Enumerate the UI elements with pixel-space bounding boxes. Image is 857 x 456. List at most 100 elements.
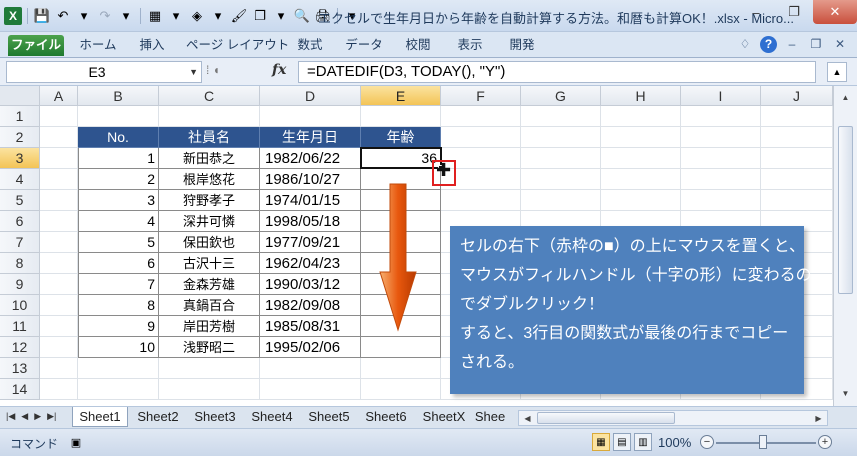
normal-view-icon[interactable]: ▦ <box>592 433 610 451</box>
row-header-11[interactable]: 11 <box>0 316 40 337</box>
cell[interactable] <box>159 106 260 127</box>
table-cell-name[interactable]: 古沢十三 <box>159 253 260 274</box>
column-header-c[interactable]: C <box>159 86 260 106</box>
table-cell-dob[interactable]: 1995/02/06 <box>260 337 361 358</box>
column-header-e[interactable]: E <box>361 86 441 106</box>
cell[interactable] <box>601 127 681 148</box>
chevron-down-icon[interactable]: ▾ <box>167 7 185 25</box>
fill-color-icon[interactable]: ◈ <box>188 7 206 25</box>
close-button[interactable]: ✕ <box>813 0 857 24</box>
chevron-down-icon[interactable]: ▾ <box>272 7 290 25</box>
table-cell-name[interactable]: 岸田芳樹 <box>159 316 260 337</box>
print-preview-icon[interactable]: 🔍 <box>293 7 311 25</box>
cell[interactable] <box>601 169 681 190</box>
name-box[interactable]: E3 ▼ <box>6 61 202 83</box>
tab-view[interactable]: 表示 <box>452 35 488 56</box>
cell[interactable] <box>681 127 761 148</box>
cell[interactable] <box>40 232 78 253</box>
chevron-down-icon[interactable]: ▼ <box>189 62 198 82</box>
cell[interactable] <box>521 148 601 169</box>
cell[interactable] <box>40 148 78 169</box>
undo-icon[interactable]: ↶ <box>54 7 72 25</box>
restore-button[interactable]: ❐ <box>775 0 813 24</box>
last-sheet-icon[interactable]: ▶| <box>47 411 56 422</box>
table-cell-no[interactable]: 10 <box>78 337 159 358</box>
cell[interactable] <box>78 379 159 400</box>
table-cell-dob[interactable]: 1986/10/27 <box>260 169 361 190</box>
cell[interactable] <box>78 106 159 127</box>
tab-review[interactable]: 校閲 <box>400 35 436 56</box>
table-cell-no[interactable]: 5 <box>78 232 159 253</box>
redo-icon[interactable]: ↷ <box>96 7 114 25</box>
table-header-cell[interactable]: 社員名 <box>159 127 260 148</box>
cell[interactable] <box>40 190 78 211</box>
cell[interactable] <box>441 106 521 127</box>
zoom-level[interactable]: 100% <box>658 435 691 450</box>
cell[interactable] <box>601 148 681 169</box>
sheet-tab[interactable]: Shee <box>474 407 506 427</box>
table-cell-name[interactable]: 金森芳雄 <box>159 274 260 295</box>
cell[interactable] <box>78 358 159 379</box>
cell[interactable] <box>40 106 78 127</box>
cell[interactable] <box>40 169 78 190</box>
cell[interactable] <box>40 337 78 358</box>
tab-file[interactable]: ファイル <box>8 35 64 56</box>
cell[interactable] <box>361 379 441 400</box>
cell[interactable] <box>40 127 78 148</box>
tab-data[interactable]: データ <box>344 35 384 56</box>
row-header-12[interactable]: 12 <box>0 337 40 358</box>
table-cell-name[interactable]: 根岸悠花 <box>159 169 260 190</box>
table-cell-age[interactable] <box>361 337 441 358</box>
column-header-b[interactable]: B <box>78 86 159 106</box>
formula-input[interactable]: =DATEDIF(D3, TODAY(), "Y") <box>298 61 816 83</box>
row-header-1[interactable]: 1 <box>0 106 40 127</box>
table-cell-dob[interactable]: 1982/06/22 <box>260 148 361 169</box>
table-header-cell[interactable]: 年齢 <box>361 127 441 148</box>
cell[interactable] <box>761 106 833 127</box>
column-header-j[interactable]: J <box>761 86 833 106</box>
table-cell-no[interactable]: 7 <box>78 274 159 295</box>
cell[interactable] <box>40 316 78 337</box>
row-header-7[interactable]: 7 <box>0 232 40 253</box>
row-header-5[interactable]: 5 <box>0 190 40 211</box>
workbook-minimize-icon[interactable]: – <box>783 35 801 53</box>
table-cell-dob[interactable]: 1982/09/08 <box>260 295 361 316</box>
column-header-g[interactable]: G <box>521 86 601 106</box>
workbook-restore-icon[interactable]: ❐ <box>807 35 825 53</box>
row-header-3[interactable]: 3 <box>0 148 40 169</box>
active-cell[interactable] <box>360 147 442 169</box>
row-header-10[interactable]: 10 <box>0 295 40 316</box>
cell[interactable] <box>681 148 761 169</box>
zoom-out-icon[interactable]: − <box>700 435 714 449</box>
next-sheet-icon[interactable]: ▶ <box>34 411 41 422</box>
cell[interactable] <box>40 253 78 274</box>
tab-insert[interactable]: 挿入 <box>134 35 170 56</box>
scroll-right-icon[interactable]: ▶ <box>811 411 826 426</box>
cell[interactable] <box>441 190 521 211</box>
column-header-a[interactable]: A <box>40 86 78 106</box>
borders-icon[interactable]: ▦ <box>146 7 164 25</box>
scroll-down-icon[interactable]: ▼ <box>838 386 853 401</box>
row-header-9[interactable]: 9 <box>0 274 40 295</box>
minimize-ribbon-icon[interactable]: ♢ <box>736 35 754 53</box>
cell[interactable] <box>441 127 521 148</box>
table-cell-name[interactable]: 深井可憐 <box>159 211 260 232</box>
prev-sheet-icon[interactable]: ◀ <box>21 411 28 422</box>
table-cell-dob[interactable]: 1962/04/23 <box>260 253 361 274</box>
cell[interactable] <box>40 295 78 316</box>
page-break-view-icon[interactable]: ▥ <box>634 433 652 451</box>
table-cell-no[interactable]: 1 <box>78 148 159 169</box>
table-header-cell[interactable]: No. <box>78 127 159 148</box>
table-cell-no[interactable]: 3 <box>78 190 159 211</box>
table-cell-name[interactable]: 保田欽也 <box>159 232 260 253</box>
save-icon[interactable]: 💾 <box>33 7 51 25</box>
vertical-scrollbar[interactable]: ▲ ▼ <box>833 86 857 406</box>
sheet-tab[interactable]: Sheet1 <box>72 407 128 427</box>
cell[interactable] <box>761 127 833 148</box>
tab-page-layout[interactable]: ページ レイアウト <box>186 35 289 56</box>
cell[interactable] <box>260 379 361 400</box>
cell[interactable] <box>761 169 833 190</box>
workbook-close-icon[interactable]: ✕ <box>831 35 849 53</box>
cell[interactable] <box>260 358 361 379</box>
page-layout-view-icon[interactable]: ▤ <box>613 433 631 451</box>
